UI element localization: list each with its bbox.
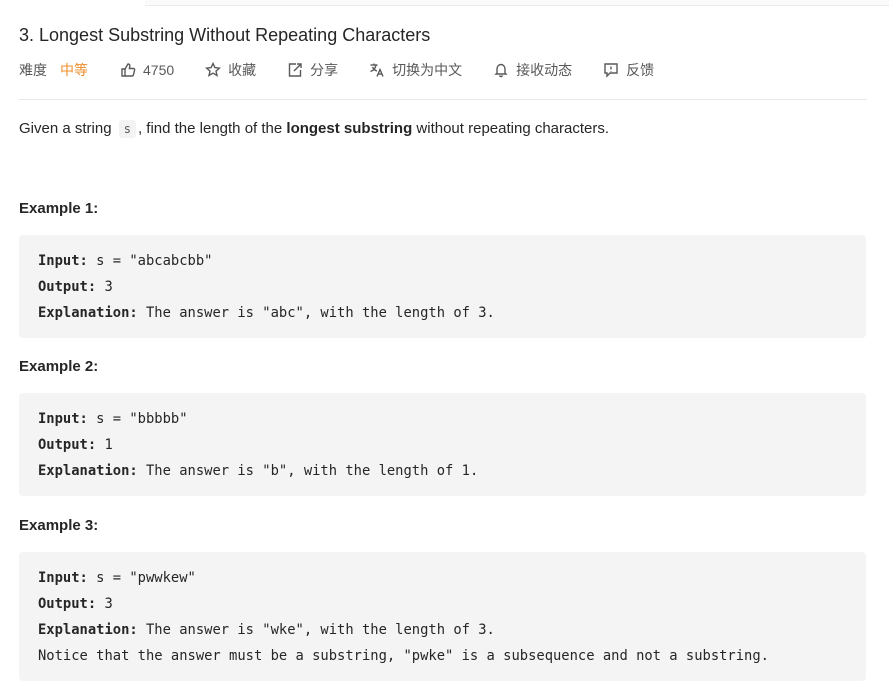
output-label: Output: [38,596,97,612]
feedback-label: 反馈 [626,62,655,78]
input-label: Input: [38,253,88,269]
problem-title: 3. Longest Substring Without Repeating C… [19,25,431,45]
explanation-value: The answer is "b", with the length of 1. [137,463,479,479]
bell-icon [494,63,508,78]
example-1-title: Example 1: [19,200,99,217]
example-output-line: Output: 3 [38,274,847,300]
example-explanation-line: Explanation: The answer is "b", with the… [38,458,847,484]
variable-code: s [118,120,136,138]
example-input-line: Input: s = "pwwkew" [38,565,847,591]
explanation-value: The answer is "abc", with the length of … [137,305,495,321]
explanation-value: The answer is "wke", with the length of … [137,622,495,638]
input-value: s = "bbbbb" [87,411,188,427]
share-button[interactable]: 分享 [287,60,338,80]
favorite-label: 收藏 [228,62,257,78]
description-text-2: , find the length of the [137,120,287,137]
input-label: Input: [38,411,88,427]
feedback-button[interactable]: 反馈 [603,60,654,80]
example-note-line: Notice that the answer must be a substri… [38,648,769,664]
example-input-line: Input: s = "bbbbb" [38,406,847,432]
description-bold: longest substring [286,120,413,137]
translate-icon [370,63,384,77]
subscribe-label: 接收动态 [516,62,573,78]
example-2-box: Input: s = "bbbbb" Output: 1 Explanation… [19,393,866,496]
output-label: Output: [38,279,97,295]
top-tab-strip [145,0,889,6]
share-icon [288,63,302,77]
example-output-line: Output: 3 [38,591,847,617]
thumbs-up-icon [121,63,136,77]
example-explanation-line: Explanation: The answer is "abc", with t… [38,300,847,326]
example-2-title: Example 2: [19,358,99,375]
description-text-3: without repeating characters. [412,120,610,137]
description-text-1: Given a string [19,120,116,137]
input-label: Input: [38,570,88,586]
output-value: 3 [96,596,113,612]
example-input-line: Input: s = "abcabcbb" [38,248,847,274]
example-1-box: Input: s = "abcabcbb" Output: 3 Explanat… [19,235,866,338]
explanation-label: Explanation: [38,463,138,479]
share-label: 分享 [310,62,339,78]
favorite-button[interactable]: 收藏 [205,60,256,80]
explanation-label: Explanation: [38,305,138,321]
subscribe-button[interactable]: 接收动态 [493,60,572,80]
example-3-box: Input: s = "pwwkew" Output: 3 Explanatio… [19,552,866,681]
explanation-label: Explanation: [38,622,138,638]
problem-description: Given a string s, find the length of the… [19,119,609,139]
example-explanation-line: Explanation: The answer is "wke", with t… [38,617,847,643]
difficulty-label: 难度 [19,62,47,78]
output-value: 3 [96,279,113,295]
star-icon [205,62,222,77]
like-count: 4750 [143,62,175,78]
output-label: Output: [38,437,97,453]
like-button[interactable]: 4750 [120,62,174,78]
example-3-title: Example 3: [19,517,99,534]
feedback-icon [604,63,618,78]
translate-button[interactable]: 切换为中文 [369,60,462,80]
input-value: s = "abcabcbb" [87,253,213,269]
input-value: s = "pwwkew" [87,570,196,586]
output-value: 1 [96,437,113,453]
problem-meta-bar: 难度 中等 4750 收藏 分享 切换为中文 接收动态 反馈 [19,60,685,80]
problem-page: 3. Longest Substring Without Repeating C… [0,0,889,696]
translate-label: 切换为中文 [392,62,463,78]
example-output-line: Output: 1 [38,432,847,458]
header-divider [19,99,867,100]
difficulty-badge: 中等 [60,62,88,78]
